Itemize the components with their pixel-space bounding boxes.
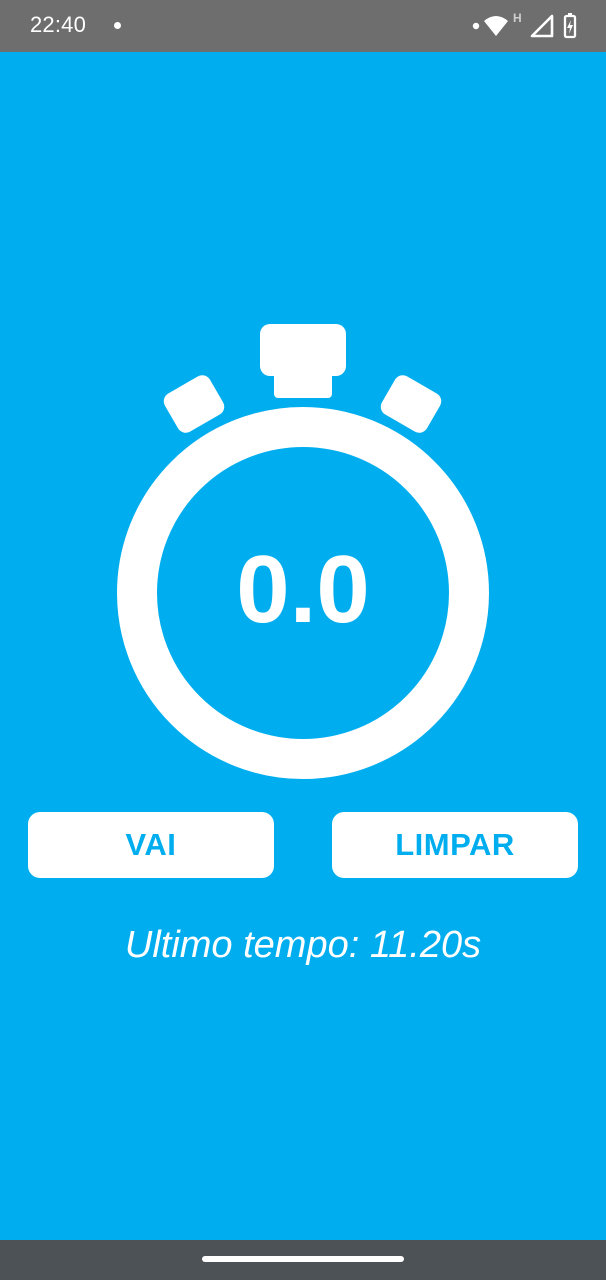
network-type-label: H	[513, 11, 522, 25]
start-button[interactable]: VAI	[28, 812, 274, 878]
signal-icon	[530, 14, 554, 38]
timer-display: 0.0	[236, 536, 370, 643]
notification-dot-icon	[114, 22, 121, 29]
clear-button[interactable]: LIMPAR	[332, 812, 578, 878]
signal-dot-icon	[472, 22, 480, 30]
stopwatch-screen: 0.0 VAI LIMPAR Ultimo tempo: 11.20s	[0, 52, 606, 1240]
status-icons: H	[472, 11, 592, 40]
last-time-label: Ultimo tempo: 11.20s	[124, 924, 482, 966]
status-bar: 22:40 H	[0, 0, 606, 52]
wifi-icon	[484, 16, 508, 36]
navigation-bar	[0, 1240, 606, 1280]
status-time: 22:40	[30, 12, 87, 37]
home-gesture-handle[interactable]	[202, 1256, 404, 1262]
battery-charging-icon	[563, 13, 577, 39]
